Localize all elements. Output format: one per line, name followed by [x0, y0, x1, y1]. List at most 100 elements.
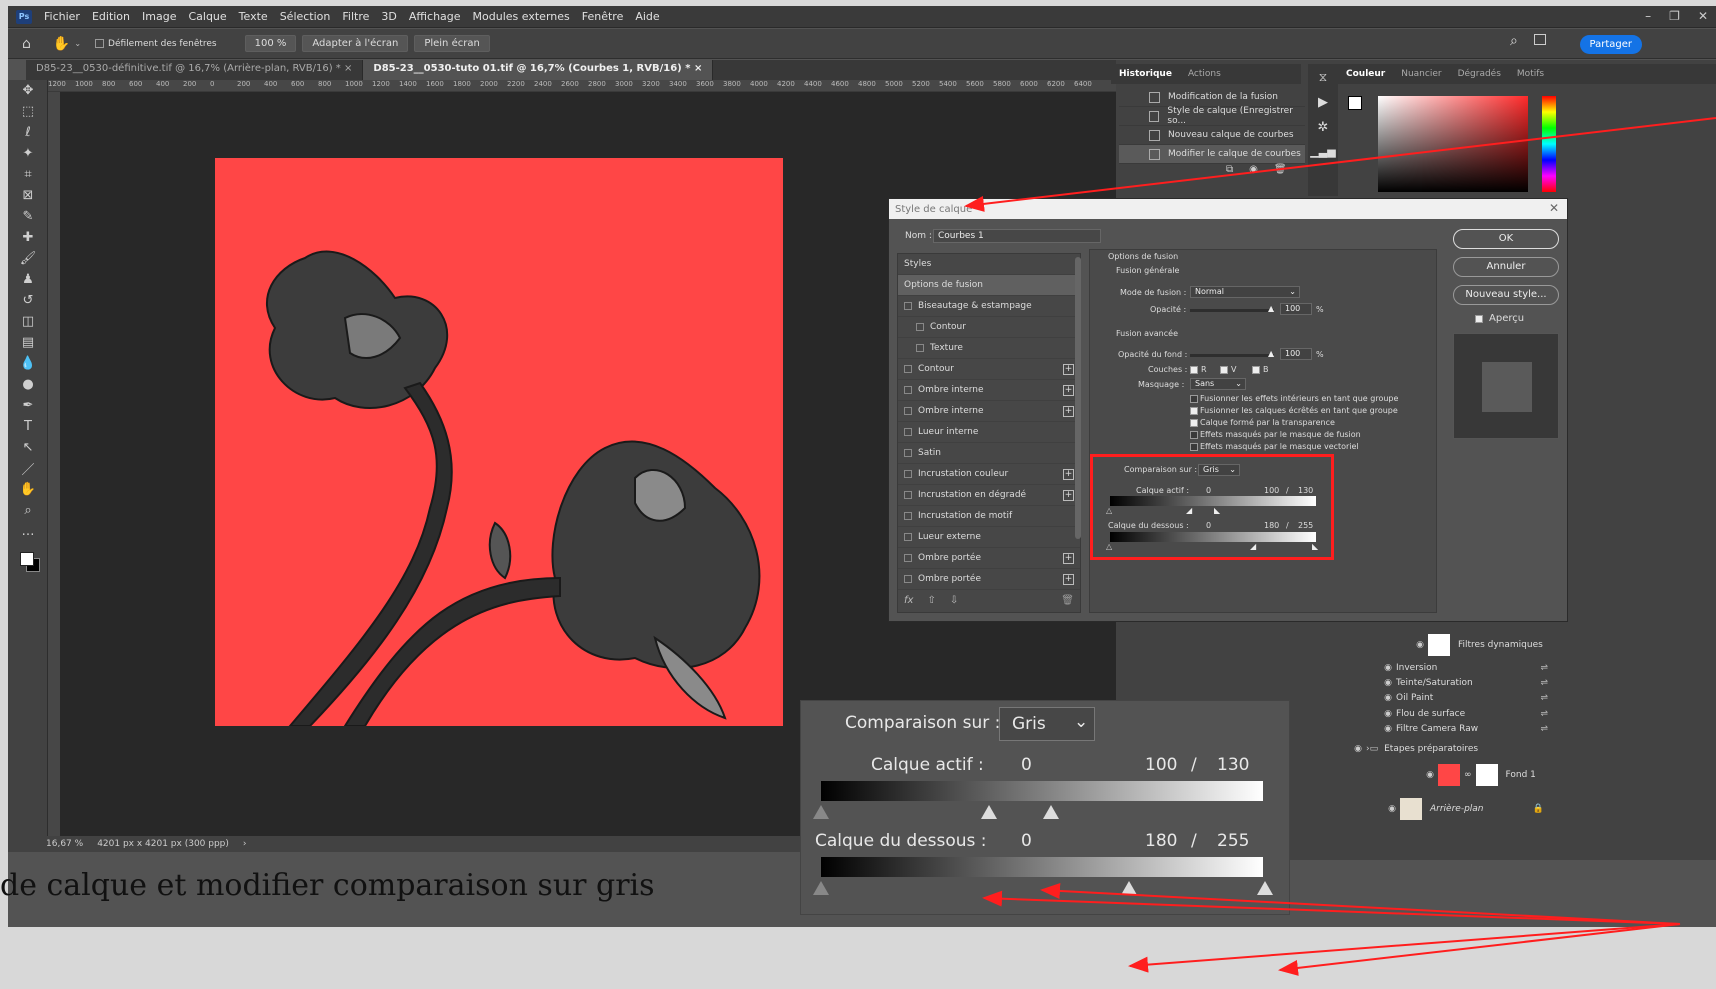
- gradient-tool-icon[interactable]: ▤: [8, 332, 48, 353]
- tab-definitive[interactable]: D85-23__0530-définitive.tif @ 16,7% (Arr…: [26, 60, 364, 80]
- style-checkbox[interactable]: [904, 533, 912, 541]
- restore-icon[interactable]: ❐: [1669, 9, 1680, 23]
- trash-icon[interactable]: 🗑: [1061, 595, 1074, 606]
- eye-icon[interactable]: ◉: [1426, 770, 1434, 780]
- chevron-right-icon[interactable]: ›: [243, 839, 247, 849]
- trash-icon[interactable]: 🗑: [1274, 164, 1287, 175]
- move-tool-icon[interactable]: ✥: [8, 80, 48, 101]
- document-canvas[interactable]: [215, 158, 783, 727]
- tab-color[interactable]: Couleur: [1338, 69, 1393, 79]
- eye-icon[interactable]: ◉: [1384, 693, 1392, 703]
- zoom-compare-select[interactable]: Gris ⌄: [999, 707, 1095, 741]
- hand-tool-icon[interactable]: ✋: [8, 479, 48, 500]
- menu-item[interactable]: 3D: [375, 10, 402, 23]
- style-checkbox[interactable]: [904, 365, 912, 373]
- layer-row[interactable]: ◉ Filtres dynamiques: [1340, 634, 1552, 656]
- line-tool-icon[interactable]: ／: [8, 458, 48, 479]
- share-button[interactable]: Partager: [1579, 35, 1642, 54]
- play-icon[interactable]: ▶: [1308, 95, 1338, 110]
- frame-tool-icon[interactable]: ⊠: [8, 185, 48, 206]
- arrow-up-icon[interactable]: ⇧: [927, 595, 935, 606]
- add-style-icon[interactable]: +: [1063, 384, 1074, 396]
- menu-item[interactable]: Image: [136, 10, 182, 23]
- menu-item[interactable]: Affichage: [403, 10, 467, 23]
- cancel-button[interactable]: Annuler: [1453, 257, 1559, 277]
- history-item[interactable]: Nouveau calque de courbes: [1119, 126, 1305, 145]
- advanced-option-checkbox[interactable]: [1190, 419, 1198, 427]
- close-icon[interactable]: ✕: [1698, 9, 1708, 23]
- foreground-color-swatch[interactable]: [20, 552, 34, 566]
- style-item[interactable]: Incrustation en dégradé +: [898, 485, 1080, 506]
- menu-item[interactable]: Filtre: [336, 10, 375, 23]
- style-checkbox[interactable]: [916, 323, 924, 331]
- type-tool-icon[interactable]: T: [8, 416, 48, 437]
- camera-icon[interactable]: ◉: [1249, 164, 1258, 175]
- tab-tuto[interactable]: D85-23__0530-tuto 01.tif @ 16,7% (Courbe…: [363, 60, 714, 80]
- path-select-icon[interactable]: ↖: [8, 437, 48, 458]
- style-item[interactable]: Ombre interne +: [898, 401, 1080, 422]
- more-tools-icon[interactable]: …: [8, 521, 48, 542]
- advanced-option-checkbox[interactable]: [1190, 407, 1198, 415]
- style-checkbox[interactable]: [904, 554, 912, 562]
- marquee-tool-icon[interactable]: ⬚: [8, 101, 48, 122]
- layer-row[interactable]: ◉ ›▭ Etapes préparatoires: [1340, 738, 1552, 760]
- history-item[interactable]: Modifier le calque de courbes: [1119, 145, 1305, 164]
- scroll-all-checkbox[interactable]: [95, 39, 105, 48]
- style-item[interactable]: Biseautage & estampage: [898, 296, 1080, 317]
- history-icon[interactable]: ⧖: [1308, 70, 1338, 85]
- adjust-icon[interactable]: ✲: [1308, 120, 1338, 135]
- style-checkbox[interactable]: [904, 386, 912, 394]
- style-item[interactable]: Texture: [898, 338, 1080, 359]
- menu-item[interactable]: Aide: [629, 10, 665, 23]
- blur-tool-icon[interactable]: 💧: [8, 353, 48, 374]
- minimize-icon[interactable]: –: [1645, 9, 1651, 23]
- style-checkbox[interactable]: [904, 449, 912, 457]
- menu-item[interactable]: Calque: [182, 10, 232, 23]
- fill-opacity-field[interactable]: 100: [1280, 348, 1312, 360]
- history-item[interactable]: Modification de la fusion: [1119, 88, 1305, 107]
- filter-options-icon[interactable]: ⇌: [1540, 724, 1548, 734]
- zoom-tool-icon[interactable]: ⌕: [8, 500, 48, 521]
- history-brush-icon[interactable]: ↺: [8, 290, 48, 311]
- add-style-icon[interactable]: +: [1063, 363, 1074, 375]
- filter-options-icon[interactable]: ⇌: [1540, 693, 1548, 703]
- tab-actions[interactable]: Actions: [1180, 69, 1229, 79]
- style-item[interactable]: Ombre portée +: [898, 548, 1080, 569]
- style-checkbox[interactable]: [904, 575, 912, 583]
- advanced-option-checkbox[interactable]: [1190, 443, 1198, 451]
- eye-icon[interactable]: ◉: [1416, 640, 1424, 650]
- fx-icon[interactable]: fx: [904, 595, 913, 606]
- layer-row[interactable]: ◉ Arrière-plan 🔒: [1340, 798, 1552, 820]
- close-icon[interactable]: ✕: [1549, 201, 1559, 215]
- dodge-tool-icon[interactable]: ●: [8, 374, 48, 395]
- history-item[interactable]: Style de calque (Enregistrer so...: [1119, 106, 1305, 126]
- style-item[interactable]: Contour: [898, 317, 1080, 338]
- add-style-icon[interactable]: +: [1063, 405, 1074, 417]
- fill-opacity-slider[interactable]: [1190, 354, 1274, 357]
- eraser-icon[interactable]: ◫: [8, 311, 48, 332]
- chevron-down-icon[interactable]: ⌄: [74, 39, 81, 48]
- add-style-icon[interactable]: +: [1063, 468, 1074, 480]
- menu-item[interactable]: Modules externes: [467, 10, 576, 23]
- opacity-slider[interactable]: [1190, 309, 1274, 312]
- lock-icon[interactable]: 🔒: [1533, 804, 1544, 814]
- style-item[interactable]: Incrustation couleur +: [898, 464, 1080, 485]
- style-item[interactable]: Lueur interne: [898, 422, 1080, 443]
- fit-screen-button[interactable]: Adapter à l'écran: [302, 35, 409, 52]
- layer-row[interactable]: ◉ Filtre Camera Raw ⇌: [1340, 718, 1552, 740]
- stamp-tool-icon[interactable]: ♟: [8, 269, 48, 290]
- style-item[interactable]: Incrustation de motif: [898, 506, 1080, 527]
- style-checkbox[interactable]: [904, 302, 912, 310]
- channel-r-checkbox[interactable]: [1190, 366, 1198, 374]
- style-checkbox[interactable]: [916, 344, 924, 352]
- menu-item[interactable]: Fichier: [38, 10, 86, 23]
- add-style-icon[interactable]: +: [1063, 573, 1074, 585]
- style-checkbox[interactable]: [904, 407, 912, 415]
- style-item[interactable]: Ombre portée +: [898, 569, 1080, 590]
- menu-item[interactable]: Edition: [86, 10, 136, 23]
- add-style-icon[interactable]: +: [1063, 552, 1074, 564]
- ok-button[interactable]: OK: [1453, 229, 1559, 249]
- pen-tool-icon[interactable]: ✒: [8, 395, 48, 416]
- menu-item[interactable]: Texte: [233, 10, 274, 23]
- close-tab-icon[interactable]: ×: [694, 63, 702, 74]
